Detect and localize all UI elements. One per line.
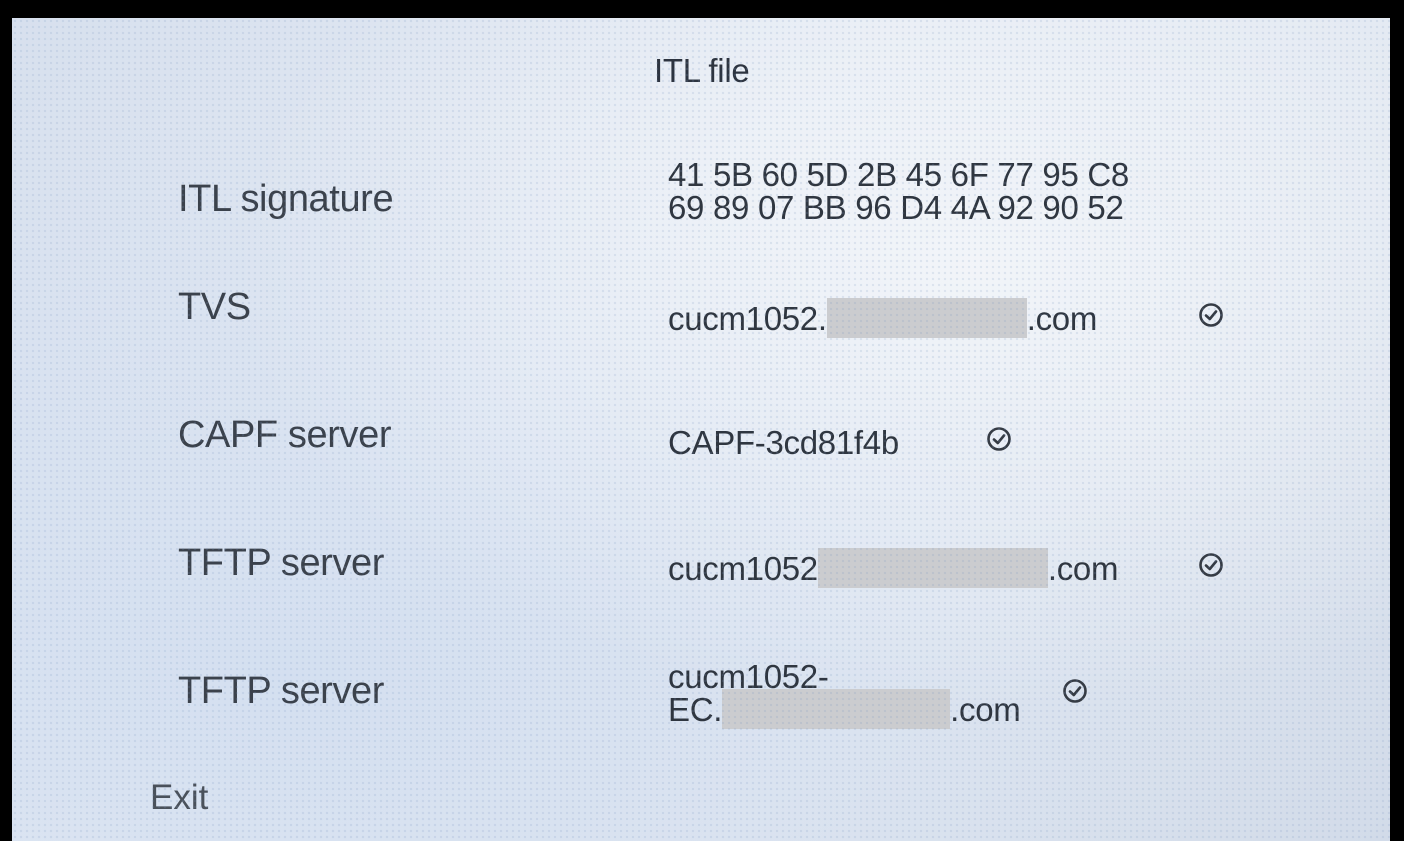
tvs-label: TVS [178, 286, 251, 328]
tvs-value-suffix: .com [1026, 300, 1098, 337]
capf-server-value: CAPF-3cd81f4b [668, 424, 899, 461]
check-circle-icon [1198, 552, 1224, 578]
redacted-block [722, 689, 951, 730]
tftp-server-2-label: TFTP server [178, 670, 385, 712]
tftp-server-value: cucm1052 .com [668, 548, 1119, 589]
tftp-server-label: TFTP server [178, 542, 385, 584]
check-circle-icon [1062, 678, 1088, 704]
tftp-server-2-value: cucm1052- EC. .com [668, 658, 1021, 730]
tftp-server-value-prefix: cucm1052 [668, 550, 818, 587]
phone-screen: ITL file ITL signature 41 5B 60 5D 2B 45… [12, 18, 1390, 841]
tftp-server-2-value-suffix: .com [950, 691, 1021, 728]
check-circle-icon [986, 426, 1012, 452]
redacted-block [817, 548, 1048, 589]
itl-signature-label: ITL signature [178, 178, 394, 220]
tvs-value: cucm1052. .com [668, 298, 1098, 339]
tftp-server-value-suffix: .com [1047, 550, 1119, 587]
screen-title: ITL file [654, 52, 750, 89]
tftp-server-2-value-prefix: EC. [668, 691, 723, 728]
exit-button[interactable]: Exit [150, 778, 208, 818]
redacted-block [826, 298, 1027, 339]
itl-signature-line2: 69 89 07 BB 96 D4 4A 92 90 52 [668, 189, 1124, 226]
tftp-server-2-line1: cucm1052- [668, 658, 829, 695]
capf-server-label: CAPF server [178, 414, 392, 456]
tvs-value-prefix: cucm1052. [668, 300, 827, 337]
check-circle-icon [1198, 302, 1224, 328]
itl-signature-line1: 41 5B 60 5D 2B 45 6F 77 95 C8 [668, 156, 1129, 193]
itl-signature-value: 41 5B 60 5D 2B 45 6F 77 95 C8 69 89 07 B… [668, 158, 1129, 224]
